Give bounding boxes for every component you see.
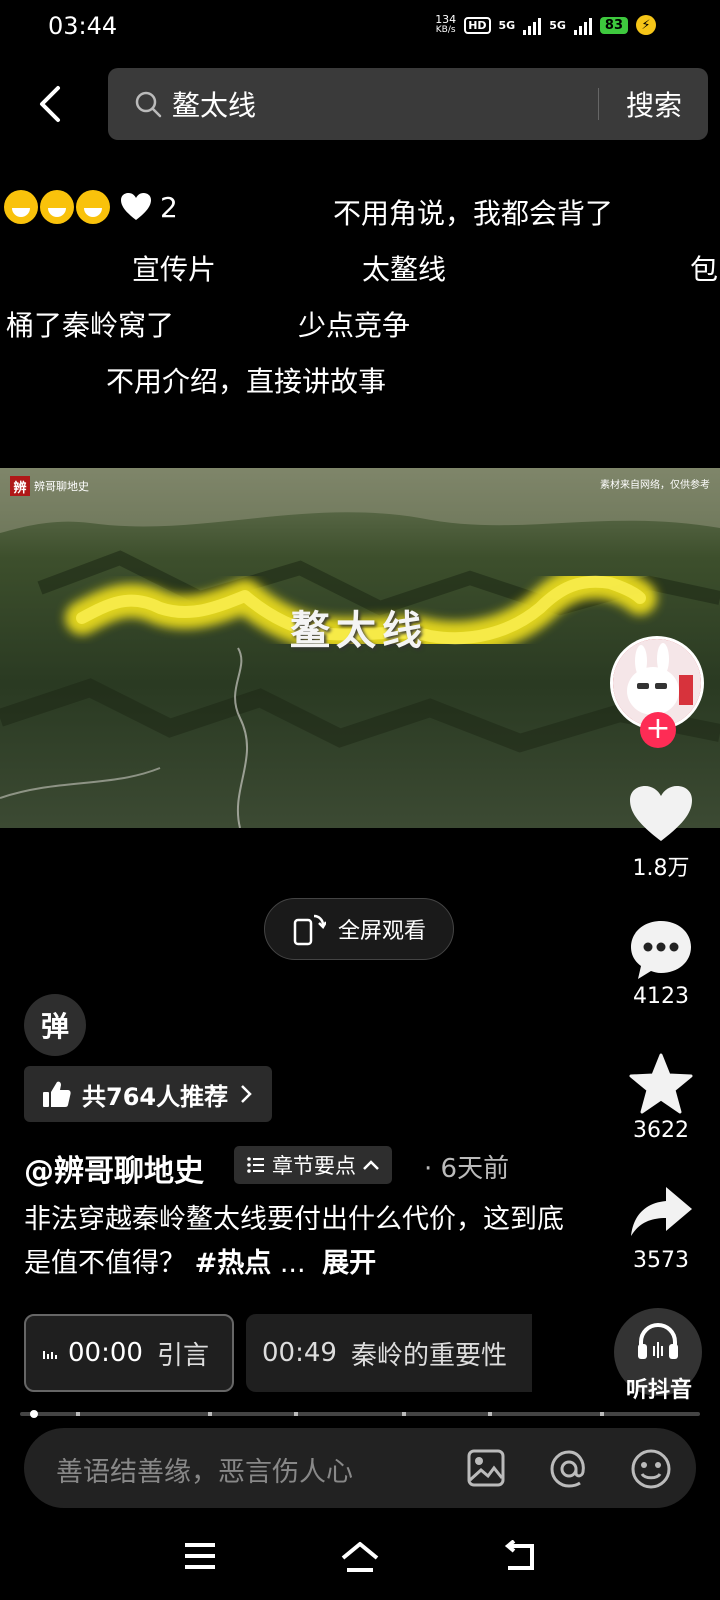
danmaku-like-count: 2 bbox=[160, 190, 178, 224]
chapter-points-button[interactable]: 章节要点 bbox=[234, 1146, 392, 1184]
net-speed: 134 KB/s bbox=[435, 13, 457, 35]
image-icon[interactable] bbox=[466, 1448, 506, 1488]
hashtag-link[interactable]: #热点 bbox=[195, 1248, 272, 1279]
progress-handle[interactable] bbox=[30, 1410, 38, 1418]
post-caption: 非法穿越秦岭鳌太线要付出什么代价，这到底是值不值得？ #热点 ... 展开 bbox=[24, 1198, 584, 1286]
author-name[interactable]: @辨哥聊地史 bbox=[24, 1146, 204, 1190]
menu-icon[interactable] bbox=[182, 1540, 218, 1572]
channel-logo: 辨 辨哥聊地史 bbox=[10, 476, 89, 496]
follow-button[interactable]: + bbox=[640, 712, 676, 748]
chapter-card[interactable]: 00:49 秦岭的重要性 bbox=[246, 1314, 532, 1392]
battery-icon: 83 bbox=[599, 16, 628, 34]
recommend-label: 共764人推荐 bbox=[82, 1082, 229, 1111]
laughing-emoji-icon bbox=[76, 190, 110, 224]
chapter-card[interactable]: 00:00 引言 bbox=[24, 1314, 234, 1392]
danmaku-comment: 宣传片 bbox=[132, 253, 217, 286]
back-button[interactable] bbox=[30, 82, 74, 126]
like-button[interactable] bbox=[628, 784, 694, 848]
share-count: 3573 bbox=[633, 1248, 689, 1273]
danmaku-comment: 不用介绍，直接讲故事 bbox=[106, 365, 387, 398]
status-icons: 134 KB/s HD 5G 5G 83 ⚡ bbox=[435, 14, 656, 36]
chapter-points-label: 章节要点 bbox=[272, 1154, 356, 1178]
danmaku-comment: 包 bbox=[690, 253, 719, 286]
star-icon bbox=[629, 1053, 693, 1114]
chevron-right-icon bbox=[241, 1085, 252, 1103]
listen-douyin-label: 听抖音 bbox=[625, 1378, 692, 1403]
danmaku-like-item: 2 bbox=[4, 190, 178, 224]
expand-button[interactable]: 展开 bbox=[322, 1248, 376, 1279]
search-input[interactable]: 鳌太线 bbox=[172, 84, 256, 124]
post-time: · 6天前 bbox=[424, 1154, 510, 1184]
audio-bars-icon bbox=[43, 1351, 57, 1359]
charging-icon: ⚡ bbox=[636, 15, 656, 35]
danmaku-toggle-button[interactable]: 弹 bbox=[24, 994, 86, 1056]
signal-icon-2 bbox=[573, 15, 592, 35]
comment-input[interactable]: 善语结善缘，恶言伤人心 bbox=[56, 1450, 353, 1489]
emoji-icon[interactable] bbox=[630, 1448, 672, 1490]
recommend-button[interactable]: 共764人推荐 bbox=[24, 1066, 273, 1122]
list-icon bbox=[247, 1157, 264, 1173]
danmaku-comment: 少点竞争 bbox=[298, 309, 411, 342]
caption-ellipsis: ... bbox=[279, 1248, 306, 1279]
fullscreen-label: 全屏观看 bbox=[337, 919, 426, 944]
heart-icon bbox=[630, 786, 692, 841]
laughing-emoji-icon bbox=[4, 190, 38, 224]
comment-bubble-icon bbox=[631, 921, 691, 979]
thumbs-up-icon bbox=[43, 1081, 71, 1107]
comment-bar[interactable]: 善语结善缘，恶言伤人心 bbox=[24, 1428, 696, 1508]
danmaku-comment: 不用角说，我都会背了 bbox=[333, 197, 614, 230]
chapter-title: 引言 bbox=[156, 1340, 209, 1371]
chapter-title: 秦岭的重要性 bbox=[350, 1340, 507, 1371]
video-watermark: 素材来自网络，仅供参考 bbox=[600, 480, 710, 491]
comment-button[interactable] bbox=[628, 918, 694, 986]
laughing-emoji-icon bbox=[40, 190, 74, 224]
rotate-screen-icon bbox=[293, 914, 326, 946]
search-icon bbox=[135, 91, 162, 118]
video-player[interactable]: 辨 辨哥聊地史 素材来自网络，仅供参考 鳌太线 bbox=[0, 468, 720, 828]
video-progress-bar[interactable] bbox=[20, 1412, 700, 1416]
share-arrow-icon bbox=[631, 1187, 692, 1236]
sim1-label: 5G bbox=[498, 18, 516, 32]
signal-icon bbox=[523, 15, 542, 35]
headphones-icon bbox=[638, 1322, 678, 1359]
chapter-time: 00:00 bbox=[68, 1338, 143, 1368]
favorite-count: 3622 bbox=[633, 1118, 689, 1143]
danmaku-comment: 桶了秦岭窝了 bbox=[6, 309, 175, 342]
hd-icon: HD bbox=[464, 16, 491, 34]
heart-icon bbox=[121, 193, 151, 220]
home-icon[interactable] bbox=[340, 1540, 380, 1574]
share-button[interactable] bbox=[628, 1184, 694, 1246]
chapter-time: 00:49 bbox=[262, 1338, 337, 1368]
chevron-up-icon bbox=[363, 1160, 379, 1170]
status-time: 03:44 bbox=[48, 12, 118, 40]
video-overlay-title: 鳌太线 bbox=[290, 608, 428, 654]
sim2-label: 5G bbox=[549, 18, 566, 32]
favorite-button[interactable] bbox=[628, 1052, 694, 1120]
back-nav-icon[interactable] bbox=[502, 1540, 538, 1572]
danmaku-comment: 太鳌线 bbox=[362, 253, 447, 286]
search-button[interactable]: 搜索 bbox=[626, 84, 682, 124]
chevron-left-icon bbox=[40, 86, 60, 122]
like-count: 1.8万 bbox=[632, 856, 690, 881]
comment-count: 4123 bbox=[633, 984, 689, 1009]
search-bar[interactable]: 鳌太线 搜索 bbox=[108, 68, 708, 140]
channel-logo-icon: 辨 bbox=[10, 476, 30, 496]
fullscreen-button[interactable]: 全屏观看 bbox=[264, 898, 454, 960]
search-divider bbox=[598, 88, 599, 120]
mention-icon[interactable] bbox=[548, 1448, 590, 1490]
